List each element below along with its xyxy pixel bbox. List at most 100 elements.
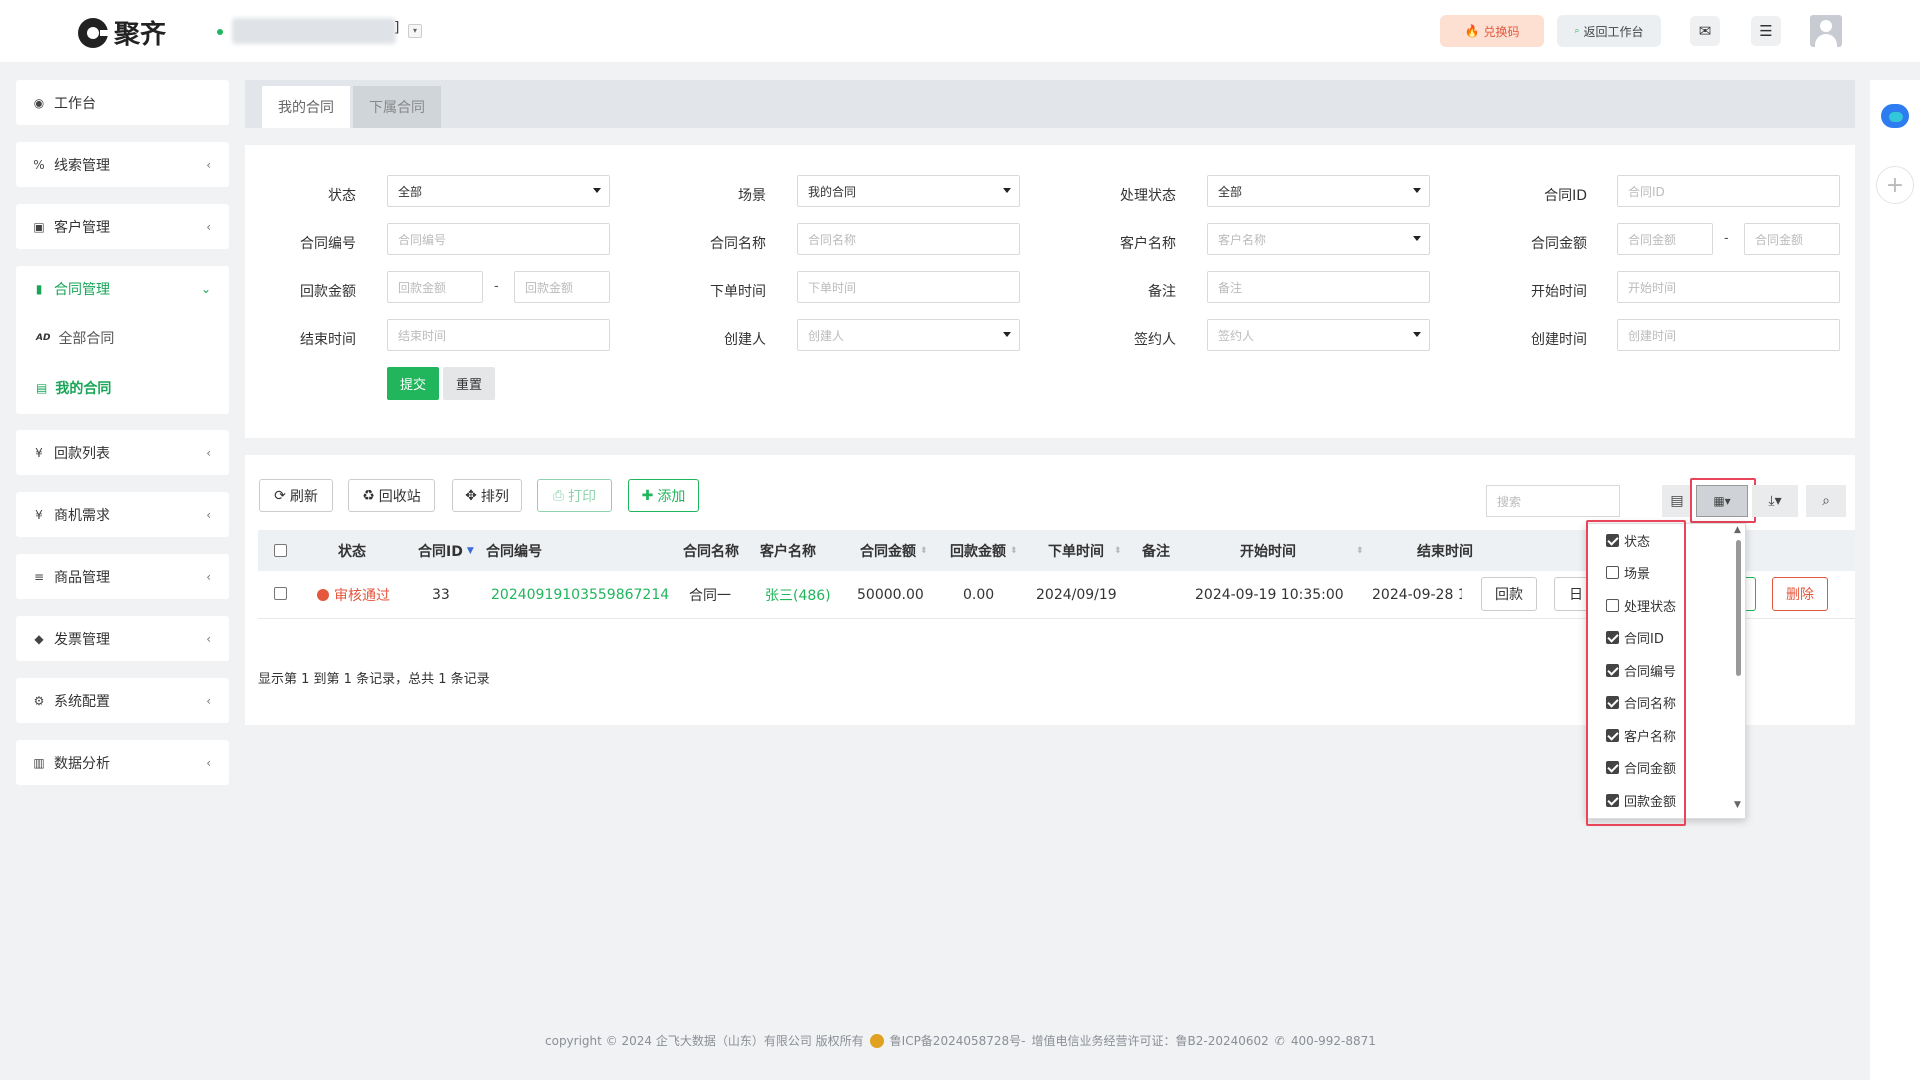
column-header-contract-name[interactable]: 合同名称 bbox=[683, 530, 739, 571]
brand-logo[interactable]: 聚齐 bbox=[78, 14, 166, 51]
filter-label-contract-amount: 合同金额 bbox=[1531, 236, 1587, 252]
delete-action-button[interactable]: 删除 bbox=[1772, 577, 1828, 611]
add-widget-icon[interactable]: + bbox=[1876, 166, 1914, 204]
row-checkbox[interactable] bbox=[274, 587, 287, 600]
submit-button[interactable]: 提交 bbox=[387, 367, 439, 400]
icp-link[interactable]: 鲁ICP备2024058728号- bbox=[890, 1032, 1026, 1049]
sidebar-item-contracts[interactable]: ▮ 合同管理 ⌄ bbox=[16, 266, 229, 311]
column-option-contract-name[interactable]: 合同名称 bbox=[1606, 693, 1676, 712]
sidebar-item-opportunities[interactable]: ¥ 商机需求 ‹ bbox=[16, 492, 229, 537]
column-header-start-time[interactable]: 开始时间 ⬍ bbox=[1240, 530, 1364, 571]
creator-select-placeholder: 创建人 bbox=[808, 328, 845, 343]
advanced-search-button[interactable]: ⌕ bbox=[1806, 485, 1846, 517]
payback-amount-min-input[interactable]: 回款金额 bbox=[387, 271, 483, 303]
sidebar-item-invoices[interactable]: ◆ 发票管理 ‹ bbox=[16, 616, 229, 661]
checkbox[interactable] bbox=[1606, 794, 1619, 807]
column-header-contract-id[interactable]: 合同ID ▼ bbox=[418, 530, 474, 571]
column-header-status[interactable]: 状态 bbox=[338, 530, 366, 571]
mail-icon[interactable]: ✉ bbox=[1690, 16, 1720, 46]
column-header-remark[interactable]: 备注 bbox=[1142, 530, 1170, 571]
workspace-dropdown-button[interactable]: ▾ bbox=[408, 24, 422, 38]
sidebar-subitem-all-contracts[interactable]: AD 全部合同 bbox=[36, 328, 114, 348]
checkbox[interactable] bbox=[1606, 664, 1619, 677]
checkbox[interactable] bbox=[1606, 566, 1619, 579]
column-header-customer[interactable]: 客户名称 bbox=[760, 530, 816, 571]
checkbox[interactable] bbox=[1606, 696, 1619, 709]
payback-action-button[interactable]: 回款 bbox=[1481, 577, 1537, 611]
column-header-order-time[interactable]: 下单时间 ⬍ bbox=[1048, 530, 1122, 571]
end-time-input[interactable]: 结束时间 bbox=[387, 319, 610, 351]
sidebar-item-customers[interactable]: ▣ 客户管理 ‹ bbox=[16, 204, 229, 249]
start-time-input[interactable]: 开始时间 bbox=[1617, 271, 1840, 303]
row-end-time: 2024-09-28 1 bbox=[1372, 587, 1467, 603]
column-header-contract-no[interactable]: 合同编号 bbox=[486, 530, 542, 571]
menu-icon[interactable]: ☰ bbox=[1751, 16, 1781, 46]
contract-id-input[interactable]: 合同ID bbox=[1617, 175, 1840, 207]
remark-input[interactable]: 备注 bbox=[1207, 271, 1430, 303]
redeem-code-button[interactable]: 🔥 兑换码 bbox=[1440, 15, 1544, 47]
sidebar-item-settings[interactable]: ⚙ 系统配置 ‹ bbox=[16, 678, 229, 723]
dropdown-scrollbar-thumb[interactable] bbox=[1736, 540, 1741, 676]
export-button[interactable]: ⤓▾ bbox=[1752, 485, 1798, 517]
checkbox[interactable] bbox=[1606, 729, 1619, 742]
filter-label-order-time: 下单时间 bbox=[710, 284, 766, 300]
workspace-name-blurred[interactable] bbox=[232, 18, 396, 44]
scene-select[interactable]: 我的合同 bbox=[797, 175, 1020, 207]
recycle-bin-button[interactable]: ♻ 回收站 bbox=[348, 479, 435, 512]
scroll-down-icon[interactable]: ▼ bbox=[1734, 800, 1741, 810]
chat-icon[interactable] bbox=[1881, 104, 1909, 128]
created-time-input[interactable]: 创建时间 bbox=[1617, 319, 1840, 351]
add-button[interactable]: ✚ 添加 bbox=[628, 479, 699, 512]
return-workbench-button[interactable]: ⌕ 返回工作台 bbox=[1557, 15, 1661, 47]
table-search-input[interactable]: 搜索 bbox=[1486, 485, 1620, 517]
sidebar-item-analytics[interactable]: ▥ 数据分析 ‹ bbox=[16, 740, 229, 785]
scroll-up-icon[interactable]: ▲ bbox=[1734, 525, 1741, 535]
column-header-end-time[interactable]: 结束时间 bbox=[1417, 530, 1473, 571]
arrange-button[interactable]: ✥ 排列 bbox=[452, 479, 522, 512]
column-option-status[interactable]: 状态 bbox=[1606, 531, 1650, 550]
checkbox[interactable] bbox=[1606, 599, 1619, 612]
column-option-processing-status[interactable]: 处理状态 bbox=[1606, 596, 1676, 615]
checkbox[interactable] bbox=[1606, 534, 1619, 547]
processing-status-select[interactable]: 全部 bbox=[1207, 175, 1430, 207]
contract-name-input[interactable]: 合同名称 bbox=[797, 223, 1020, 255]
contract-amount-max-input[interactable]: 合同金额 bbox=[1744, 223, 1840, 255]
column-header-payback-amount[interactable]: 回款金额 ⬍ bbox=[950, 530, 1018, 571]
contract-amount-min-input[interactable]: 合同金额 bbox=[1617, 223, 1713, 255]
card-view-toggle-icon[interactable]: ▤ bbox=[1662, 485, 1692, 517]
column-header-label: 开始时间 bbox=[1240, 543, 1296, 560]
columns-toggle-button[interactable]: ▦▾ bbox=[1696, 485, 1748, 517]
tab-subordinate-contracts[interactable]: 下属合同 bbox=[353, 86, 441, 128]
row-customer-link[interactable]: 张三(486) bbox=[765, 572, 831, 618]
avatar[interactable] bbox=[1810, 15, 1842, 47]
caret-down-icon bbox=[1413, 332, 1421, 337]
order-time-input[interactable]: 下单时间 bbox=[797, 271, 1020, 303]
select-all-checkbox[interactable] bbox=[274, 544, 287, 557]
chevron-left-icon: ‹ bbox=[206, 755, 211, 770]
refresh-button[interactable]: ⟳ 刷新 bbox=[259, 479, 333, 512]
customer-select[interactable]: 客户名称 bbox=[1207, 223, 1430, 255]
tab-my-contracts[interactable]: 我的合同 bbox=[262, 86, 350, 128]
row-contract-no-link[interactable]: 20240919103559867214 bbox=[491, 572, 669, 618]
column-option-scene[interactable]: 场景 bbox=[1606, 563, 1650, 582]
column-header-contract-amount[interactable]: 合同金额 ⬍ bbox=[860, 530, 928, 571]
signer-select[interactable]: 签约人 bbox=[1207, 319, 1430, 351]
sidebar-item-workbench[interactable]: ◉ 工作台 bbox=[16, 80, 229, 125]
column-option-contract-amount[interactable]: 合同金额 bbox=[1606, 758, 1676, 777]
status-select[interactable]: 全部 bbox=[387, 175, 610, 207]
sidebar-subitem-my-contracts[interactable]: ▤ 我的合同 bbox=[36, 378, 111, 398]
reset-button[interactable]: 重置 bbox=[443, 367, 495, 400]
sidebar-item-leads[interactable]: % 线索管理 ‹ bbox=[16, 142, 229, 187]
payback-amount-max-input[interactable]: 回款金额 bbox=[514, 271, 610, 303]
column-option-contract-id[interactable]: 合同ID bbox=[1606, 628, 1664, 647]
print-button[interactable]: ⎙ 打印 bbox=[537, 479, 612, 512]
creator-select[interactable]: 创建人 bbox=[797, 319, 1020, 351]
checkbox[interactable] bbox=[1606, 631, 1619, 644]
sidebar-item-payback[interactable]: ¥ 回款列表 ‹ bbox=[16, 430, 229, 475]
column-option-customer[interactable]: 客户名称 bbox=[1606, 726, 1676, 745]
contract-no-input[interactable]: 合同编号 bbox=[387, 223, 610, 255]
checkbox[interactable] bbox=[1606, 761, 1619, 774]
column-option-payback-amount[interactable]: 回款金额 bbox=[1606, 791, 1676, 810]
sidebar-item-products[interactable]: ≡ 商品管理 ‹ bbox=[16, 554, 229, 599]
column-option-contract-no[interactable]: 合同编号 bbox=[1606, 661, 1676, 680]
